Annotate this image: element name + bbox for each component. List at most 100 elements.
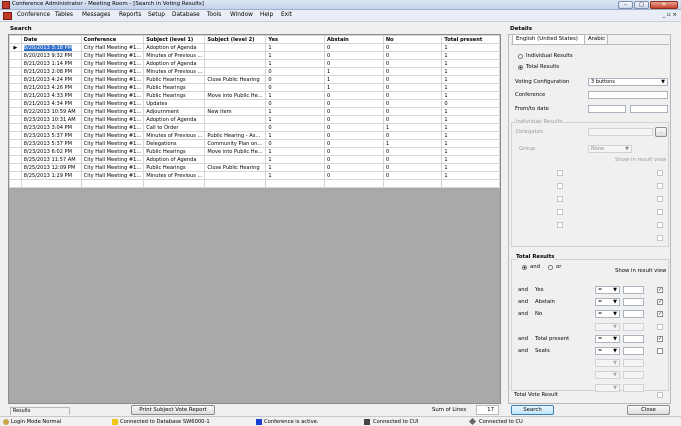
cell-no[interactable]: 0 <box>382 99 443 108</box>
menu-help[interactable]: Help <box>260 12 273 18</box>
individual-checkbox-3[interactable] <box>557 196 563 202</box>
cell-conference[interactable]: City Hall Meeting #1... <box>80 155 145 164</box>
and-radio[interactable] <box>522 265 527 270</box>
cell-no[interactable]: 0 <box>382 107 443 116</box>
filter-value-field[interactable] <box>623 298 644 306</box>
cell-subject-level-2[interactable] <box>204 83 267 92</box>
filter-operator-select[interactable]: ▼ <box>595 359 620 367</box>
voting-configuration-select[interactable]: 3 buttons ▼ <box>588 78 668 86</box>
close-button[interactable]: Close <box>627 405 670 415</box>
cell-conference[interactable]: City Hall Meeting #1... <box>80 91 145 100</box>
cell-conference[interactable]: City Hall Meeting #1... <box>80 43 145 52</box>
cell-total-present[interactable]: 1 <box>441 83 500 92</box>
cell-subject-level-2[interactable] <box>204 51 267 60</box>
filter-value-field[interactable] <box>623 359 644 367</box>
table-row[interactable]: 8/21/2013 2:08 PM City Hall Meeting #1...… <box>9 67 500 76</box>
to-date-field[interactable] <box>630 105 668 113</box>
menu-setup[interactable]: Setup <box>148 12 165 18</box>
cell-yes[interactable]: 0 <box>265 99 325 108</box>
table-row[interactable]: ▶ 8/20/2013 3:18 PM City Hall Meeting #1..… <box>9 43 500 52</box>
filter-operator-select[interactable]: = ▼ <box>595 347 620 355</box>
cell-subject-level-2[interactable]: Move into Public He... <box>204 147 267 156</box>
cell-abstain[interactable]: 0 <box>323 155 384 164</box>
table-row[interactable]: 8/23/2013 10:31 AM City Hall Meeting #1..… <box>9 115 500 124</box>
search-button[interactable]: Search <box>511 405 554 415</box>
cell-date[interactable]: 8/21/2013 4:34 PM <box>20 99 82 108</box>
cell-conference[interactable]: City Hall Meeting #1... <box>80 67 145 76</box>
cell-total-present[interactable]: 1 <box>441 43 500 52</box>
cell-no[interactable]: 1 <box>382 123 443 132</box>
menu-conference[interactable]: Conference <box>17 12 50 18</box>
cell-abstain[interactable]: 0 <box>323 131 384 140</box>
cell-subject-level-2[interactable]: Move into Public He... <box>204 91 267 100</box>
cell-yes[interactable]: 1 <box>265 59 325 68</box>
column-header-abstain[interactable]: Abstain <box>323 35 384 44</box>
cell-date[interactable]: 8/23/2013 6:02 PM <box>20 147 82 156</box>
cell-yes[interactable]: 0 <box>265 75 325 84</box>
table-row[interactable]: 8/22/2013 10:59 AM City Hall Meeting #1..… <box>9 107 500 116</box>
cell-subject-level-2[interactable] <box>204 123 267 132</box>
cell-total-present[interactable]: 1 <box>441 51 500 60</box>
cell-total-present[interactable]: 1 <box>441 163 500 172</box>
menu-tables[interactable]: Tables <box>55 12 73 18</box>
document-icon[interactable] <box>3 12 12 20</box>
filter-value-field[interactable] <box>623 323 644 331</box>
table-row[interactable]: 8/21/2013 1:14 PM City Hall Meeting #1...… <box>9 59 500 68</box>
filter-operator-select[interactable]: ▼ <box>595 323 620 331</box>
tab-arabic[interactable]: Arabic <box>584 34 608 44</box>
cell-abstain[interactable]: 0 <box>323 107 384 116</box>
menu-messages[interactable]: Messages <box>82 12 110 18</box>
conference-field[interactable] <box>588 91 668 99</box>
table-row[interactable]: 8/25/2013 12:09 PM City Hall Meeting #1..… <box>9 163 500 172</box>
column-header-total-present[interactable]: Total present <box>441 35 500 44</box>
delegates-field[interactable] <box>588 128 653 136</box>
row-indicator[interactable] <box>9 171 22 180</box>
row-indicator[interactable] <box>9 139 22 148</box>
filter-operator-select[interactable]: ▼ <box>595 384 620 392</box>
cell-total-present[interactable]: 1 <box>441 123 500 132</box>
cell-date[interactable]: 8/21/2013 1:14 PM <box>20 59 82 68</box>
cell-no[interactable]: 1 <box>382 139 443 148</box>
cell-date[interactable]: 8/21/2013 2:08 PM <box>20 67 82 76</box>
menu-reports[interactable]: Reports <box>119 12 141 18</box>
cell-date[interactable]: 8/20/2013 3:18 PM <box>20 43 82 52</box>
individual-show-checkbox-4[interactable] <box>657 209 663 215</box>
cell-subject-level-1[interactable]: Public Hearings <box>143 83 206 92</box>
cell-subject-level-2[interactable]: New item <box>204 107 267 116</box>
cell-abstain[interactable]: 0 <box>323 51 384 60</box>
filter-show-checkbox[interactable] <box>657 324 663 330</box>
row-indicator[interactable] <box>9 83 22 92</box>
filter-operator-select[interactable]: = ▼ <box>595 298 620 306</box>
cell-total-present[interactable]: 1 <box>441 67 500 76</box>
cell-subject-level-1[interactable]: Public Hearings <box>143 75 206 84</box>
cell-subject-level-1[interactable]: Minutes of Previous ... <box>143 51 206 60</box>
cell-abstain[interactable]: 0 <box>323 43 384 52</box>
column-header-subject-level-2[interactable]: Subject (level 2) <box>204 35 267 44</box>
cell-conference[interactable]: City Hall Meeting #1... <box>80 99 145 108</box>
cell-date[interactable]: 8/23/2013 5:37 PM <box>20 131 82 140</box>
cell-yes[interactable]: 0 <box>265 67 325 76</box>
table-row[interactable]: 8/25/2013 1:29 PM City Hall Meeting #1...… <box>9 171 500 180</box>
cell-yes[interactable]: 1 <box>265 43 325 52</box>
cell-no[interactable]: 0 <box>382 91 443 100</box>
cell-date[interactable]: 8/20/2013 9:32 PM <box>20 51 82 60</box>
cell-subject-level-2[interactable] <box>204 43 267 52</box>
group-select[interactable]: None ▼ <box>588 145 632 153</box>
minimize-button[interactable]: – <box>618 1 633 9</box>
cell-subject-level-2[interactable]: Close Public Hearing <box>204 75 267 84</box>
cell-no[interactable]: 0 <box>382 75 443 84</box>
column-header-date[interactable]: Date <box>20 35 82 44</box>
cell-total-present[interactable]: 0 <box>441 99 500 108</box>
cell-subject-level-1[interactable]: Adoption of Agenda <box>143 59 206 68</box>
cell-conference[interactable]: City Hall Meeting #1... <box>80 59 145 68</box>
cell-conference[interactable]: City Hall Meeting #1... <box>80 75 145 84</box>
row-indicator[interactable] <box>9 131 22 140</box>
filter-show-checkbox[interactable]: ✓ <box>657 299 663 305</box>
filter-operator-select[interactable]: = ▼ <box>595 286 620 294</box>
close-window-button[interactable]: ✕ <box>650 1 678 9</box>
row-indicator[interactable] <box>9 115 22 124</box>
column-header-subject-level-1[interactable]: Subject (level 1) <box>143 35 206 44</box>
cell-no[interactable]: 0 <box>382 131 443 140</box>
cell-subject-level-1[interactable]: Minutes of Previous ... <box>143 131 206 140</box>
table-row[interactable]: 8/23/2013 6:02 PM City Hall Meeting #1...… <box>9 147 500 156</box>
